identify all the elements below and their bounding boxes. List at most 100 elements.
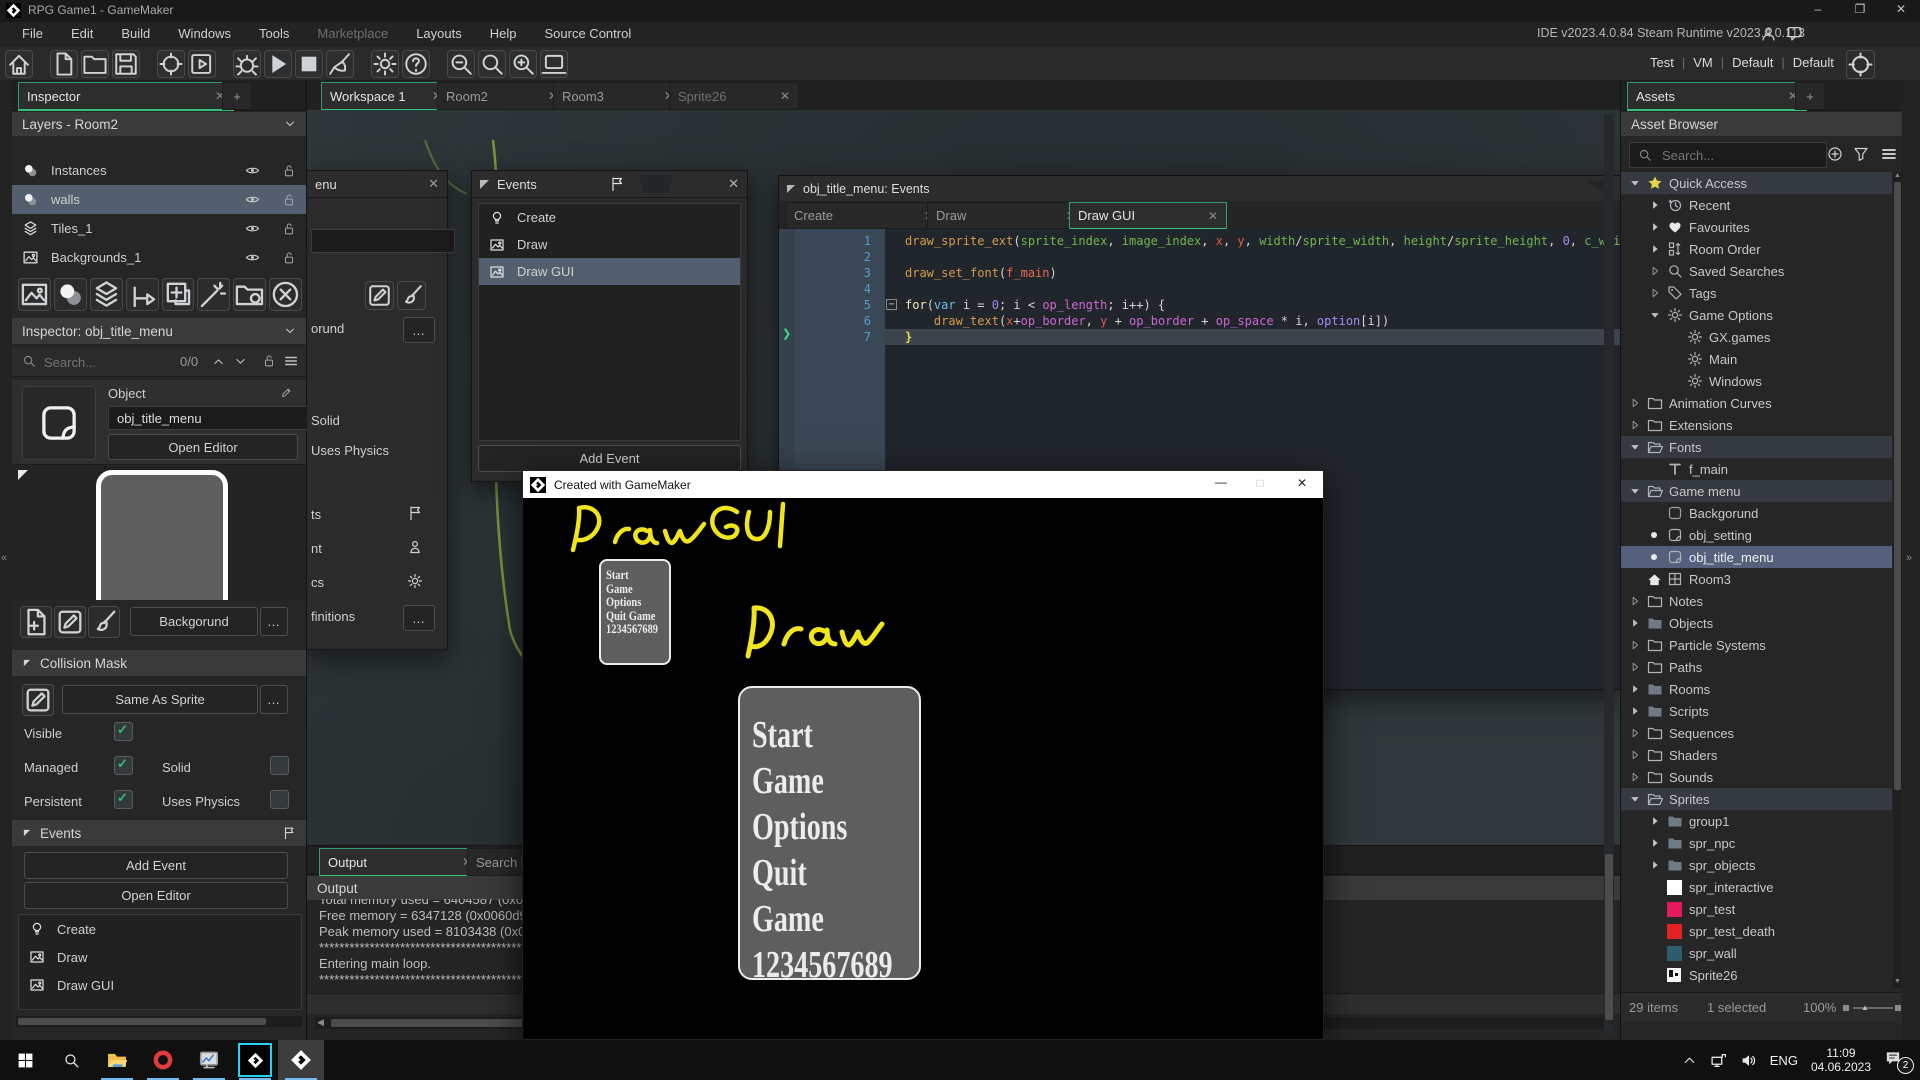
hamburger-icon[interactable] [284, 354, 298, 368]
taskbar-file-explorer[interactable] [94, 1040, 140, 1080]
asset-room-order[interactable]: Room Order [1621, 238, 1892, 260]
caret-down-icon[interactable] [1649, 309, 1661, 321]
pencil-box-icon[interactable] [365, 281, 394, 310]
asset-extensions[interactable]: Extensions [1621, 414, 1892, 436]
asset-game-options[interactable]: Game Options [1621, 304, 1892, 326]
checkbox-visible[interactable] [114, 722, 133, 741]
asset-sprites[interactable]: Sprites [1621, 788, 1892, 810]
asset-particle-systems[interactable]: Particle Systems [1621, 634, 1892, 656]
taskbar-windows-search[interactable] [48, 1040, 94, 1080]
add-instance-layer-button[interactable] [54, 278, 87, 311]
caret-down-icon[interactable] [1629, 485, 1641, 497]
inspector-hscrollbar[interactable] [16, 1016, 302, 1027]
event-item-create[interactable]: Create [19, 915, 301, 943]
caret-right-icon[interactable] [1649, 287, 1661, 299]
code-line-1[interactable]: 1draw_sprite_ext(sprite_index, image_ind… [779, 233, 1620, 249]
collapse-triangle-icon[interactable] [787, 185, 795, 193]
partial-object-window[interactable]: enu ✕ orund … Solid Uses Physics ts nt c… [307, 170, 448, 650]
clock[interactable]: 11:09 04.06.2023 [1811, 1046, 1871, 1074]
caret-right-icon[interactable] [1629, 771, 1641, 783]
create-executable-button[interactable] [188, 50, 216, 78]
scrollbar-thumb[interactable] [18, 1018, 266, 1025]
checkbox-persistent[interactable] [114, 790, 133, 809]
event-item-create[interactable]: Create [479, 204, 740, 231]
asset-sounds[interactable]: Sounds [1621, 766, 1892, 788]
close-button[interactable]: ✕ [1882, 2, 1920, 16]
asset-rooms[interactable]: Rooms [1621, 678, 1892, 700]
build-target-info[interactable]: Test|VM|Default|Default [1650, 55, 1834, 70]
edit-image-button[interactable] [88, 606, 120, 638]
caret-right-icon[interactable] [1649, 199, 1661, 211]
add-background-layer-button[interactable] [18, 278, 51, 311]
checkbox-uses-physics[interactable] [270, 790, 289, 809]
add-asset-layer-button[interactable] [162, 278, 195, 311]
caret-right-icon[interactable] [1649, 221, 1661, 233]
collision-mask-header[interactable]: Collision Mask [12, 650, 306, 676]
open-project-button[interactable] [81, 50, 109, 78]
build-target-button[interactable] [157, 50, 185, 78]
asset-spr-interactive[interactable]: spr_interactive [1621, 876, 1892, 898]
menu-windows[interactable]: Windows [164, 22, 245, 45]
settings-button[interactable] [371, 50, 399, 78]
sprite-select-button[interactable]: Backgorund [130, 607, 258, 636]
asset-tags[interactable]: Tags [1621, 282, 1892, 304]
asset-sequences[interactable]: Sequences [1621, 722, 1892, 744]
menu-help[interactable]: Help [476, 22, 531, 45]
asset-saved-searches[interactable]: Saved Searches [1621, 260, 1892, 282]
event-item-draw-gui[interactable]: Draw GUI [19, 971, 301, 999]
home-button[interactable] [5, 50, 33, 78]
close-icon[interactable]: ✕ [770, 89, 790, 103]
checkbox-managed[interactable] [114, 756, 133, 775]
sprite-more-button[interactable]: … [260, 607, 288, 636]
tab-assets[interactable]: Assets✕ [1627, 82, 1807, 111]
asset-notes[interactable]: Notes [1621, 590, 1892, 612]
add-event-button[interactable]: Add Event [24, 852, 288, 879]
caret-right-icon[interactable] [1649, 243, 1661, 255]
inspector-object-header[interactable]: Inspector: obj_title_menu [12, 318, 306, 344]
notification-center[interactable]: 2 [1884, 1049, 1910, 1071]
asset-main[interactable]: Main [1621, 348, 1892, 370]
caret-down-icon[interactable] [1629, 177, 1641, 189]
fold-collapse-marker[interactable]: − [886, 299, 897, 310]
caret-right-icon[interactable] [1629, 727, 1641, 739]
lock-icon[interactable] [282, 193, 296, 207]
caret-right-icon[interactable] [1649, 837, 1661, 849]
asset-spr-wall[interactable]: spr_wall [1621, 942, 1892, 964]
events-section-header[interactable]: Events [12, 820, 306, 846]
code-line-6[interactable]: 6 draw_text(x+op_border, y + op_border +… [779, 313, 1620, 329]
taskbar-gamemaker-game[interactable] [278, 1040, 324, 1080]
asset-paths[interactable]: Paths [1621, 656, 1892, 678]
new-project-button[interactable] [50, 50, 78, 78]
caret-right-icon[interactable] [1629, 683, 1641, 695]
asset-obj-title-menu[interactable]: obj_title_menu [1621, 546, 1892, 568]
collapse-right-icon[interactable]: » [1906, 552, 1912, 564]
tab-inspector[interactable]: Inspector✕ [18, 82, 234, 111]
code-line-2[interactable]: 2 [779, 249, 1620, 265]
collapse-triangle-icon[interactable] [480, 180, 489, 189]
visibility-eye-icon[interactable] [245, 250, 260, 265]
right-collapse-rail[interactable]: » [1902, 80, 1920, 1040]
asset-fonts[interactable]: Fonts [1621, 436, 1892, 458]
events-window-titlebar[interactable]: Events ✕ [472, 171, 747, 198]
restore-button[interactable]: ❐ [1840, 2, 1880, 16]
filter-icon[interactable] [1853, 146, 1869, 162]
assets-search-input[interactable] [1660, 147, 1794, 164]
scrollbar-thumb[interactable] [1605, 854, 1613, 1020]
asset-obj-setting[interactable]: obj_setting [1621, 524, 1892, 546]
close-icon[interactable]: ✕ [728, 176, 739, 192]
workspace-vscrollbar[interactable] [1604, 114, 1614, 1036]
stop-button[interactable] [295, 50, 323, 78]
asset-shaders[interactable]: Shaders [1621, 744, 1892, 766]
edit-sprite-button[interactable] [54, 606, 86, 638]
caret-right-icon[interactable] [1649, 859, 1661, 871]
output-tab-output[interactable]: Output✕ [319, 848, 481, 877]
add-tab-button[interactable]: + [222, 82, 252, 110]
object-thumbnail[interactable] [22, 386, 96, 460]
asset-spr-test-death[interactable]: spr_test_death [1621, 920, 1892, 942]
close-button[interactable]: ✕ [1287, 476, 1317, 490]
assets-vscrollbar[interactable]: ▲ ▼ [1893, 172, 1902, 988]
preview-corner-handle[interactable] [18, 470, 28, 480]
layout-windows-button[interactable] [540, 50, 568, 78]
menu-source-control[interactable]: Source Control [531, 22, 646, 45]
checkbox-solid[interactable] [270, 756, 289, 775]
